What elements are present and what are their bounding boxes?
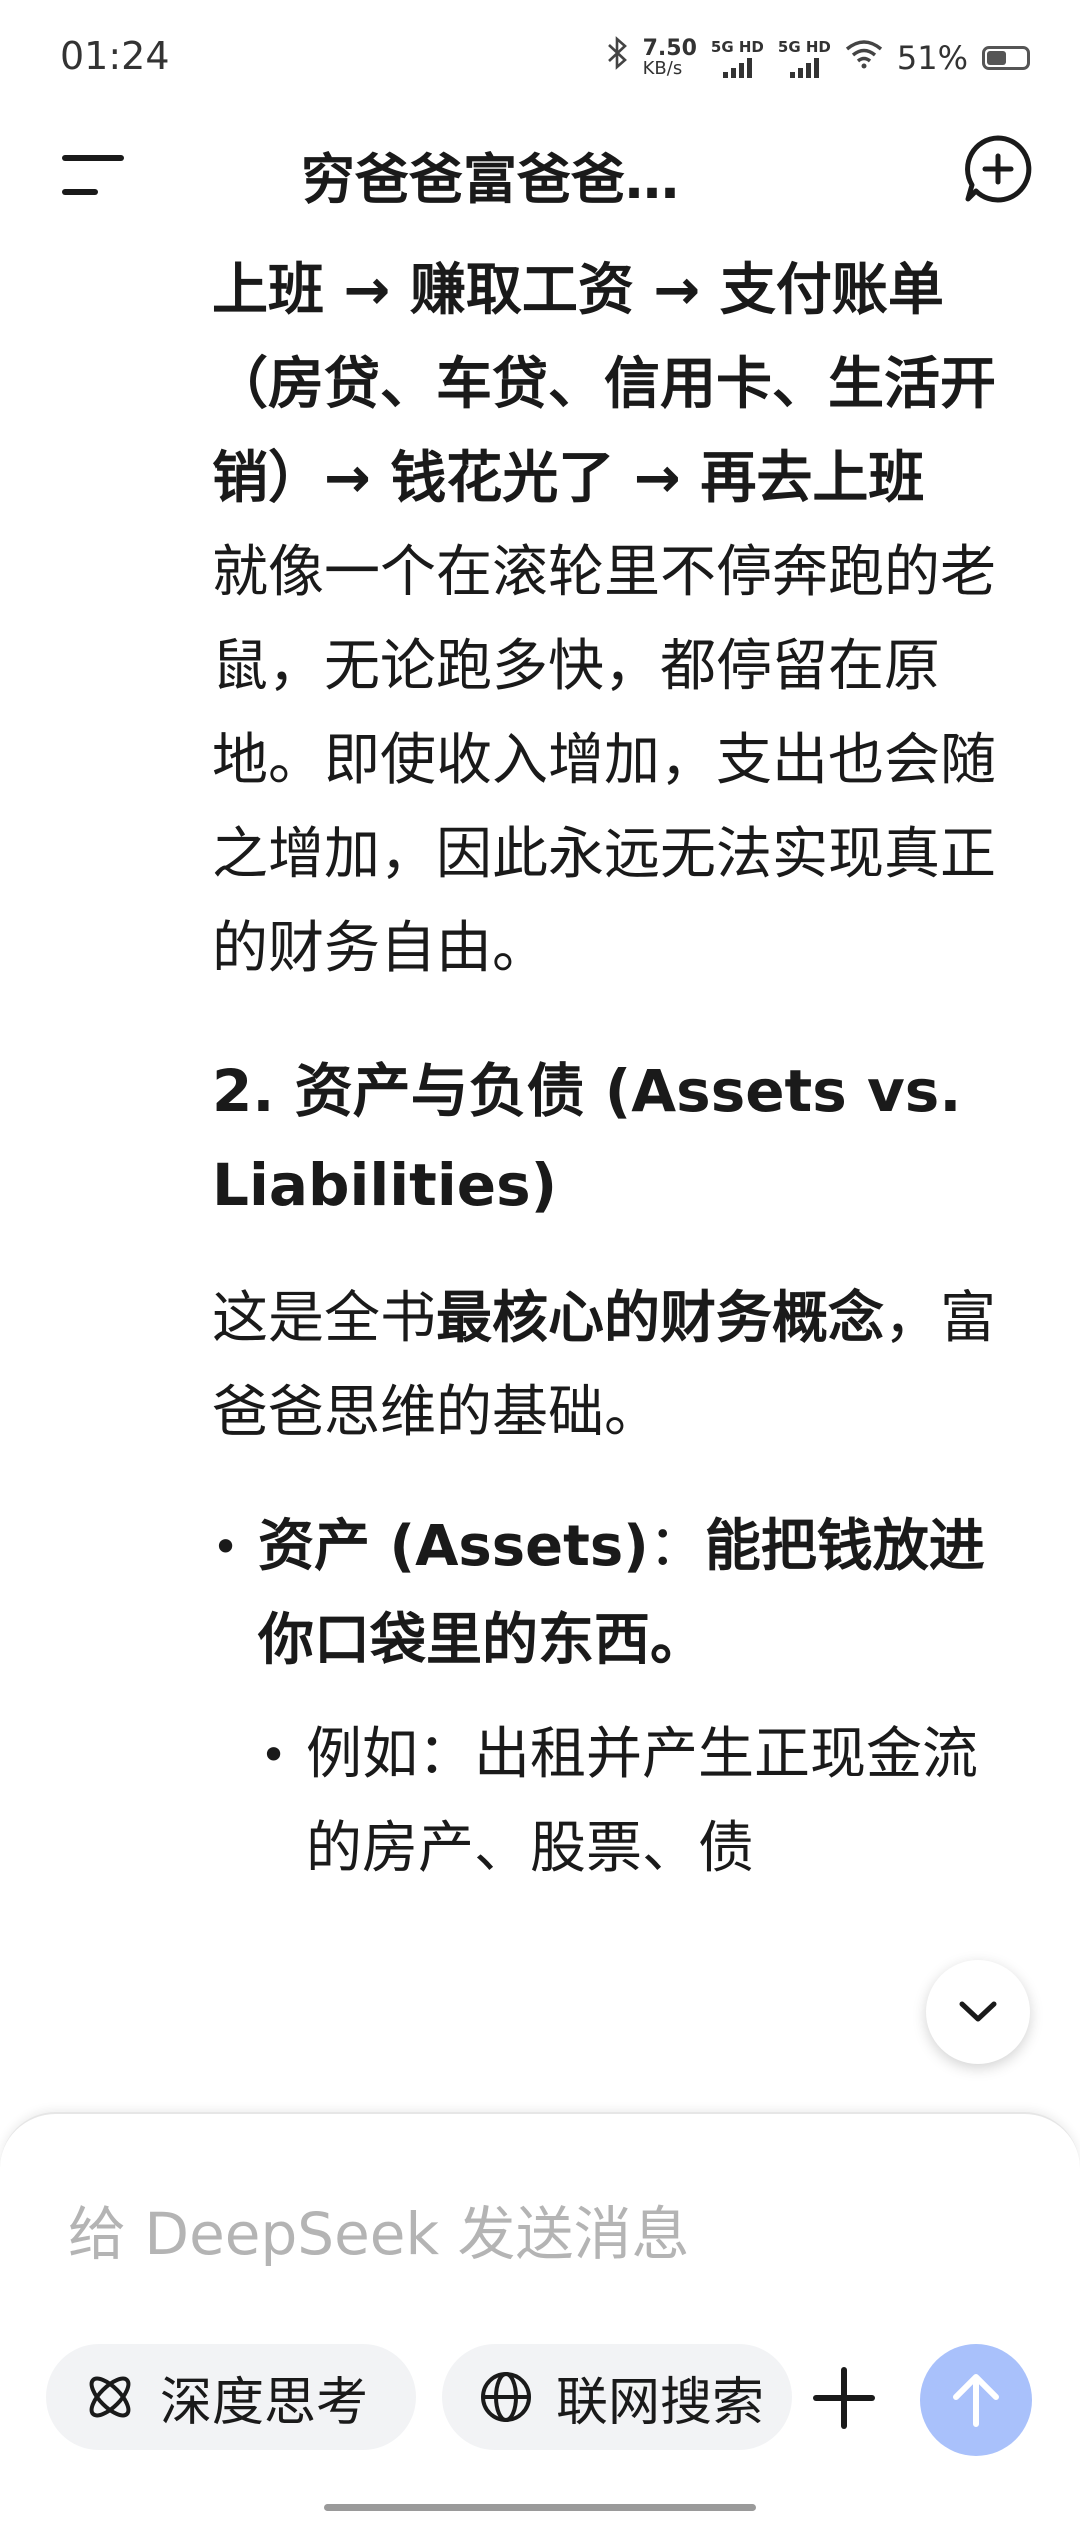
home-indicator[interactable] <box>324 2504 756 2511</box>
list-item-assets: 资产 (Assets)：能把钱放进你口袋里的东西。 <box>212 1500 1022 1688</box>
intro-prefix: 这是全书 <box>212 1286 436 1351</box>
arrow-up-icon <box>953 2374 999 2427</box>
message-composer: 深度思考 联网搜索 <box>0 2112 1080 2522</box>
plus-icon <box>813 2367 875 2429</box>
intro-paragraph: 这是全书最核心的财务概念，富爸爸思维的基础。 <box>212 1272 1022 1460</box>
web-search-toggle[interactable]: 联网搜索 <box>442 2344 792 2450</box>
wifi-icon <box>845 39 883 77</box>
message-input[interactable] <box>68 2194 968 2274</box>
message-content: 上班 → 赚取工资 → 支付账单（房贷、车贷、信用卡、生活开销）→ 钱花光了 →… <box>212 244 1022 2104</box>
globe-icon <box>481 2372 531 2422</box>
rat-race-text: 就像一个在滚轮里不停奔跑的老鼠，无论跑多快，都停留在原地。即使收入增加，支出也会… <box>212 540 996 981</box>
deep-think-toggle[interactable]: 深度思考 <box>46 2344 416 2450</box>
bluetooth-icon <box>607 36 629 79</box>
battery-fill <box>987 50 1007 65</box>
signal-2-icon: 5G HD <box>778 38 831 78</box>
send-button[interactable] <box>920 2344 1032 2456</box>
status-bar: 01:24 7.50 KB/s 5G HD 5G HD 51% <box>0 0 1080 120</box>
deep-think-label: 深度思考 <box>160 2372 369 2433</box>
chat-title[interactable]: 穷爸爸富爸爸… <box>200 135 780 214</box>
scroll-to-bottom-button[interactable] <box>926 1960 1030 2064</box>
status-time: 01:24 <box>60 34 170 78</box>
network-speed: 7.50 KB/s <box>642 35 697 79</box>
battery-icon <box>982 45 1030 70</box>
battery-percent: 51% <box>896 38 968 77</box>
attach-button[interactable] <box>806 2360 882 2436</box>
chevron-down-icon <box>959 2001 997 2022</box>
menu-icon[interactable] <box>62 153 124 197</box>
cycle-text: 上班 → 赚取工资 → 支付账单（房贷、车贷、信用卡、生活开销）→ 钱花光了 →… <box>212 258 996 511</box>
atom-icon <box>89 2376 131 2418</box>
list-item-asset-example: 例如：出租并产生正现金流的房产、股票、债 <box>212 1708 1022 1896</box>
signal-1-label: 5G HD <box>710 37 764 56</box>
network-speed-unit: KB/s <box>642 57 683 79</box>
asset-label: 资产 (Assets) <box>258 1514 649 1579</box>
intro-bold: 最核心的财务概念 <box>436 1286 884 1351</box>
signal-2-label: 5G HD <box>777 37 831 56</box>
asset-colon: ： <box>648 1514 705 1579</box>
web-search-label: 联网搜索 <box>556 2372 765 2433</box>
new-chat-icon[interactable] <box>962 133 1034 205</box>
section-heading: 2. 资产与负债 (Assets vs. Liabilities) <box>212 1057 962 1219</box>
chat-header: 穷爸爸富爸爸… <box>0 125 1080 215</box>
status-icons: 7.50 KB/s 5G HD 5G HD 51% <box>607 36 1030 79</box>
network-speed-value: 7.50 <box>642 35 697 61</box>
signal-1-icon: 5G HD <box>711 38 764 78</box>
